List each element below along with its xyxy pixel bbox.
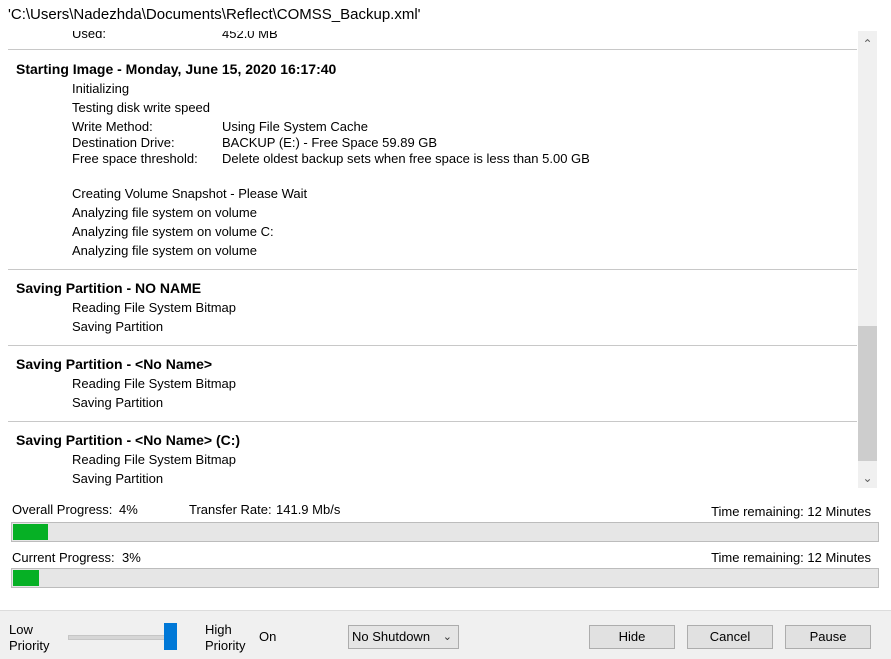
log-line: Analyzing file system on volume [72, 205, 257, 220]
log-heading-section1: Saving Partition - NO NAME [16, 280, 202, 296]
log-line: Reading File System Bitmap [72, 452, 237, 467]
overall-time-remaining: Time remaining: 12 Minutes [711, 504, 871, 519]
chevron-down-icon[interactable]: ⌄ [858, 468, 877, 488]
log-separator [8, 269, 857, 270]
log-line: Analyzing file system on volume [72, 243, 257, 258]
log-line: Creating Volume Snapshot - Please Wait [72, 186, 308, 201]
chevron-up-icon[interactable]: ⌃ [858, 34, 877, 54]
current-progress-fill [13, 570, 39, 586]
priority-slider-thumb[interactable] [164, 623, 177, 650]
transfer-rate-value: 141.9 Mb/s [276, 502, 341, 517]
window-title: 'C:\Users\Nadezhda\Documents\Reflect\COM… [8, 6, 421, 23]
log-separator [8, 49, 857, 50]
low-priority-label: Low Priority [9, 622, 50, 653]
log-prev-value: 452.0 MB [222, 31, 278, 41]
log-heading-section2: Saving Partition - <No Name> [16, 356, 213, 372]
footer-bar: Low Priority High Priority On No Shutdow… [0, 610, 891, 659]
log-line: Analyzing file system on volume C: [72, 224, 274, 239]
scrollbar-thumb[interactable] [858, 326, 877, 461]
current-progress-label: Current Progress: [12, 550, 115, 565]
log-separator [8, 345, 857, 346]
overall-progress-fill [13, 524, 48, 540]
log-line: Initializing [72, 81, 130, 96]
log-separator [8, 421, 857, 422]
log-heading-starting-image: Starting Image - Monday, June 15, 2020 1… [16, 61, 337, 77]
hide-button[interactable]: Hide [589, 625, 675, 649]
pause-button[interactable]: Pause [785, 625, 871, 649]
transfer-rate-label: Transfer Rate: [189, 502, 272, 517]
on-label: On [259, 629, 277, 644]
log-prev-label: Used: [72, 31, 106, 41]
shutdown-select[interactable]: No Shutdown ⌄ [348, 625, 459, 649]
current-progress-value: 3% [122, 550, 141, 565]
log-line: Reading File System Bitmap [72, 300, 237, 315]
log-threshold-label: Free space threshold: [72, 151, 198, 166]
log-threshold-value: Delete oldest backup sets when free spac… [222, 151, 590, 166]
log-line: Reading File System Bitmap [72, 376, 237, 391]
chevron-down-icon: ⌄ [442, 631, 452, 643]
log-panel: Used: 452.0 MB Starting Image - Monday, … [8, 31, 857, 488]
overall-progress-label: Overall Progress: [12, 502, 113, 517]
log-write-method-value: Using File System Cache [222, 119, 368, 134]
log-destination-label: Destination Drive: [72, 135, 175, 150]
log-write-method-label: Write Method: [72, 119, 153, 134]
log-line: Saving Partition [72, 395, 164, 410]
log-line: Testing disk write speed [72, 100, 211, 115]
log-heading-section3: Saving Partition - <No Name> (C:) [16, 432, 241, 448]
shutdown-select-value: No Shutdown [352, 629, 431, 644]
high-priority-label: High Priority [205, 622, 246, 653]
current-progress-bar [11, 568, 879, 588]
current-time-remaining: Time remaining: 12 Minutes [711, 550, 871, 565]
overall-progress-bar [11, 522, 879, 542]
cancel-button[interactable]: Cancel [687, 625, 773, 649]
overall-progress-value: 4% [119, 502, 138, 517]
log-destination-value: BACKUP (E:) - Free Space 59.89 GB [222, 135, 438, 150]
log-line: Saving Partition [72, 319, 164, 334]
priority-slider-track[interactable] [68, 635, 176, 640]
log-line: Saving Partition [72, 471, 164, 486]
